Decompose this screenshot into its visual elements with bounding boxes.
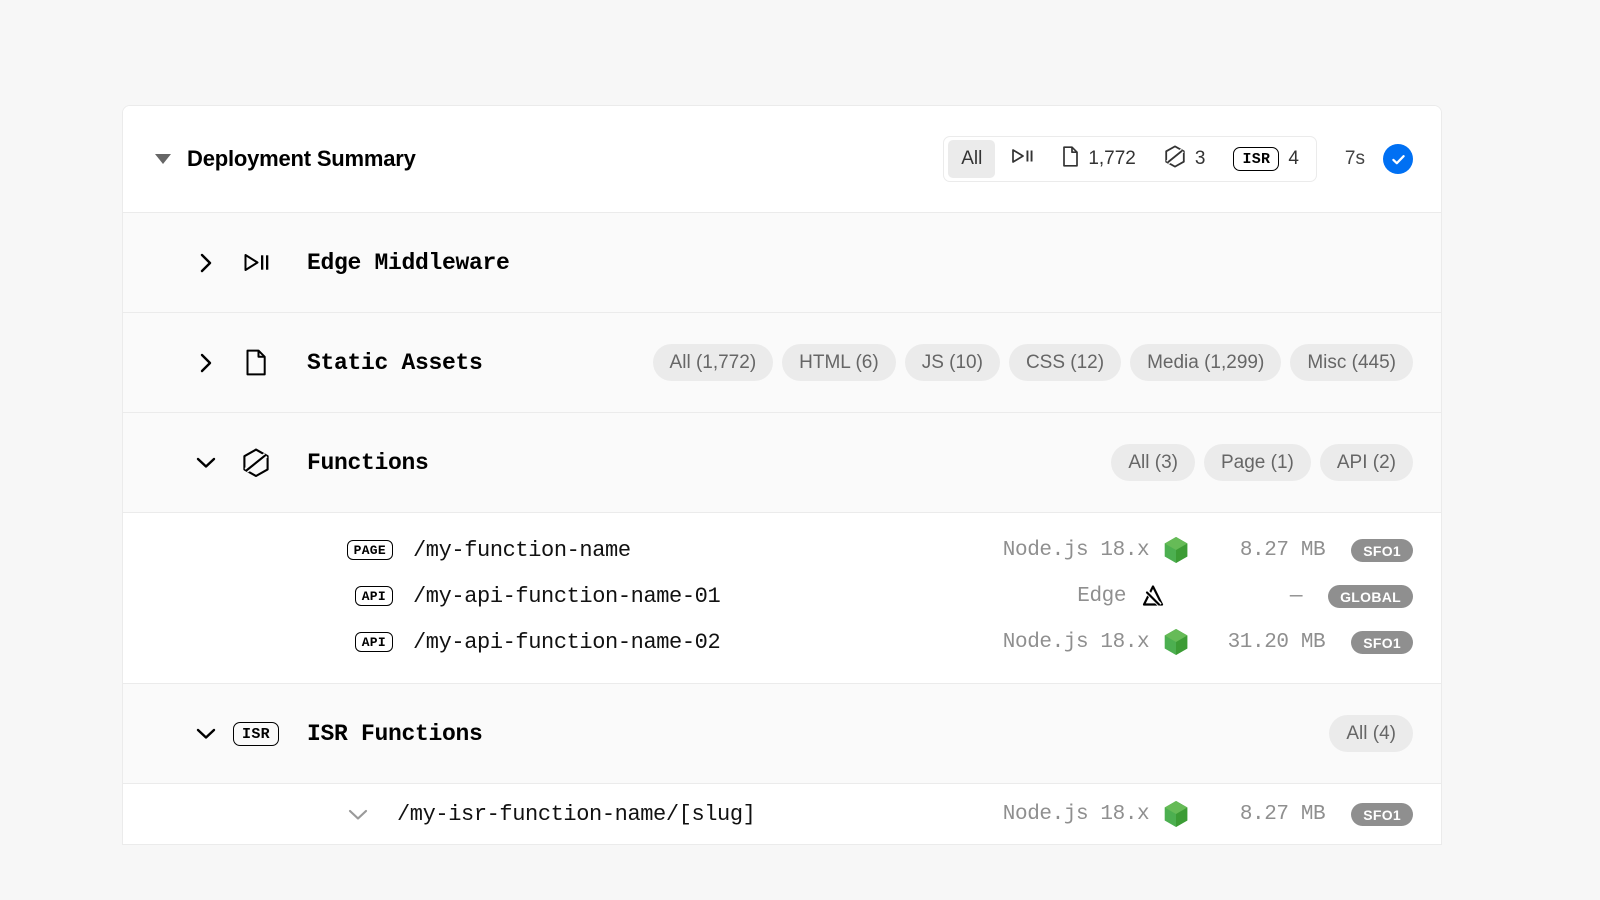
function-type-badge-slot: API	[319, 632, 393, 652]
isr-filter-pills: All (4)	[1329, 715, 1413, 752]
section-edge-middleware[interactable]: Edge Middleware	[123, 213, 1441, 313]
nodejs-hex-icon	[1159, 628, 1193, 656]
isr-function-path: /my-isr-function-name/[slug]	[397, 801, 756, 827]
api-badge: API	[354, 632, 393, 652]
function-region-badge: GLOBAL	[1328, 584, 1413, 608]
deployment-summary-page: Deployment Summary All 1,772 3 ISR 4 7s …	[0, 0, 1600, 900]
function-region-badge: SFO1	[1351, 630, 1413, 654]
deployment-summary-card: Deployment Summary All 1,772 3 ISR 4 7s …	[122, 105, 1442, 845]
function-row-right: Node.js 18.x 31.20 MB SFO1	[959, 628, 1413, 656]
isr-function-region-badge: SFO1	[1351, 802, 1413, 826]
section-title: ISR Functions	[307, 720, 483, 747]
functions-hex-icon	[1164, 145, 1186, 174]
stat-segment-static-assets[interactable]: 1,772	[1049, 140, 1149, 178]
isr-badge-icon: ISR	[233, 721, 279, 746]
filter-pill-page[interactable]: Page (1)	[1204, 444, 1311, 481]
filter-pill-css[interactable]: CSS (12)	[1008, 344, 1122, 381]
stat-segment-all[interactable]: All	[948, 140, 996, 178]
build-duration: 7s	[1344, 148, 1365, 169]
section-left: Static Assets	[155, 349, 653, 376]
section-functions[interactable]: Functions All (3) Page (1) API (2)	[123, 413, 1441, 513]
triangle-down-icon[interactable]	[155, 154, 171, 164]
status-badge[interactable]	[1383, 144, 1413, 174]
filter-pill-all[interactable]: All (1,772)	[652, 344, 774, 381]
filter-pill-api[interactable]: API (2)	[1319, 444, 1413, 481]
function-region-badge: SFO1	[1351, 538, 1413, 562]
stat-segment-isr[interactable]: ISR 4	[1220, 140, 1311, 178]
functions-filter-pills: All (3) Page (1) API (2)	[1111, 444, 1413, 481]
filter-pill-all[interactable]: All (4)	[1329, 715, 1413, 752]
stat-static-assets-value: 1,772	[1088, 148, 1136, 169]
header-right: All 1,772 3 ISR 4 7s	[943, 136, 1413, 182]
section-left: Functions	[155, 448, 1111, 478]
chevron-right-icon[interactable]	[193, 252, 219, 274]
chevron-down-icon[interactable]	[193, 726, 219, 741]
summary-header: Deployment Summary All 1,772 3 ISR 4 7s	[123, 106, 1441, 213]
file-icon	[1062, 145, 1079, 173]
function-row-left: API /my-api-function-name-01	[155, 584, 936, 609]
isr-function-row[interactable]: /my-isr-function-name/[slug] Node.js 18.…	[123, 784, 1441, 844]
functions-hex-icon	[241, 448, 271, 478]
nodejs-hex-icon	[1159, 800, 1193, 828]
filter-pill-misc[interactable]: Misc (445)	[1290, 344, 1413, 381]
functions-list: PAGE /my-function-name Node.js 18.x 8.27…	[123, 513, 1441, 684]
filter-pill-media[interactable]: Media (1,299)	[1130, 344, 1282, 381]
function-runtime: Edge	[1077, 584, 1127, 608]
page-badge: PAGE	[346, 540, 393, 560]
api-badge: API	[354, 586, 393, 606]
stats-filter-bar: All 1,772 3 ISR 4	[943, 136, 1317, 182]
stat-segment-middleware[interactable]	[997, 140, 1047, 178]
function-row[interactable]: API /my-api-function-name-02 Node.js 18.…	[123, 619, 1441, 665]
function-row[interactable]: PAGE /my-function-name Node.js 18.x 8.27…	[123, 527, 1441, 573]
isr-function-runtime: Node.js 18.x	[1002, 802, 1150, 826]
isr-row-right: Node.js 18.x 8.27 MB SFO1	[959, 800, 1413, 828]
edge-middleware-icon	[241, 252, 271, 273]
function-row-left: PAGE /my-function-name	[155, 538, 959, 563]
file-icon	[241, 349, 271, 376]
check-icon	[1390, 151, 1407, 168]
section-title: Edge Middleware	[307, 249, 510, 276]
chevron-down-icon[interactable]	[193, 455, 219, 470]
nodejs-hex-icon	[1159, 536, 1193, 564]
isr-row-left: /my-isr-function-name/[slug]	[155, 802, 959, 827]
edge-middleware-icon	[1010, 147, 1034, 171]
section-left: Edge Middleware	[155, 250, 1413, 276]
function-runtime: Node.js 18.x	[1002, 630, 1150, 654]
isr-badge-label: ISR	[233, 721, 279, 746]
section-title: Static Assets	[307, 349, 483, 376]
chevron-down-icon[interactable]	[345, 807, 371, 822]
filter-pill-js[interactable]: JS (10)	[904, 344, 1000, 381]
stat-isr-value: 4	[1288, 148, 1299, 169]
static-assets-filter-pills: All (1,772) HTML (6) JS (10) CSS (12) Me…	[652, 344, 1413, 381]
header-left: Deployment Summary	[155, 146, 943, 172]
function-type-badge-slot: PAGE	[319, 540, 393, 560]
function-path: /my-api-function-name-01	[413, 583, 721, 609]
function-size: 8.27 MB	[1239, 538, 1326, 562]
function-size: —	[1289, 584, 1303, 608]
function-runtime: Node.js 18.x	[1002, 538, 1150, 562]
function-path: /my-api-function-name-02	[413, 629, 721, 655]
function-row[interactable]: API /my-api-function-name-01 Edge — GLOB…	[123, 573, 1441, 619]
function-type-badge-slot: API	[319, 586, 393, 606]
chevron-right-icon[interactable]	[193, 352, 219, 374]
section-left: ISR ISR Functions	[155, 721, 1329, 747]
section-static-assets[interactable]: Static Assets All (1,772) HTML (6) JS (1…	[123, 313, 1441, 413]
stat-segment-functions[interactable]: 3	[1151, 140, 1219, 178]
stat-all-label: All	[961, 148, 983, 169]
isr-functions-list: /my-isr-function-name/[slug] Node.js 18.…	[123, 784, 1441, 845]
stat-functions-value: 3	[1194, 148, 1206, 169]
isr-function-size: 8.27 MB	[1239, 802, 1326, 826]
edge-triangle-icon	[1136, 583, 1170, 609]
isr-badge: ISR	[1233, 147, 1280, 171]
function-path: /my-function-name	[413, 537, 631, 563]
function-row-right: Edge — GLOBAL	[936, 583, 1413, 609]
section-title: Functions	[307, 449, 429, 476]
function-row-left: API /my-api-function-name-02	[155, 630, 959, 655]
section-isr-functions[interactable]: ISR ISR Functions All (4)	[123, 684, 1441, 784]
function-row-right: Node.js 18.x 8.27 MB SFO1	[959, 536, 1413, 564]
filter-pill-all[interactable]: All (3)	[1111, 444, 1195, 481]
filter-pill-html[interactable]: HTML (6)	[782, 344, 896, 381]
page-title: Deployment Summary	[187, 146, 416, 171]
function-size: 31.20 MB	[1227, 630, 1326, 654]
